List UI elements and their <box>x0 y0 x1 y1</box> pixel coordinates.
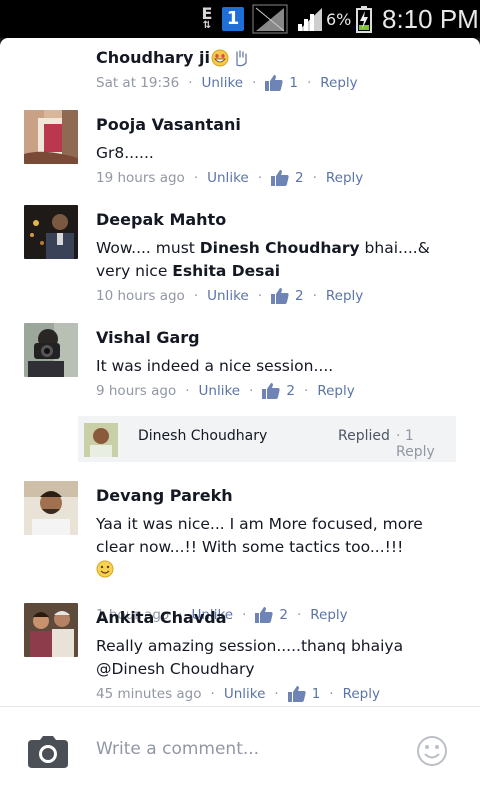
meta-separator: · <box>193 288 199 304</box>
comment-meta: 9 hours ago · Unlike · 2 · Reply <box>96 383 355 399</box>
comment-text: Gr8...... <box>96 144 154 162</box>
comment-composer: Write a comment... <box>0 707 480 800</box>
like-count[interactable]: 1 <box>312 686 321 702</box>
meta-separator: · <box>296 607 302 623</box>
meta-separator: · <box>306 75 312 91</box>
meta-separator: · <box>312 288 317 304</box>
meta-separator: · <box>193 170 199 186</box>
comment-meta: 45 minutes ago · Unlike · 1 · Reply <box>96 686 380 702</box>
comments-feed[interactable]: Choudhary ji Sat at 19:36 · Unlike · 1 ·… <box>0 38 480 706</box>
thumbs-up-icon <box>271 170 289 186</box>
signal-strength-2-icon <box>296 0 324 38</box>
meta-separator: · <box>396 428 401 444</box>
network-type-indicator: E ⇅ <box>198 0 216 38</box>
comment-author[interactable]: Devang Parekh <box>96 486 233 505</box>
comment-timestamp: 9 hours ago <box>96 383 177 399</box>
like-count[interactable]: 2 <box>295 170 304 186</box>
comment-author[interactable]: Vishal Garg <box>96 328 200 347</box>
unlike-button[interactable]: Unlike <box>202 75 244 91</box>
signal-strength-1-icon <box>252 0 288 38</box>
thumbs-up-icon <box>255 607 273 623</box>
battery-percent: 6% <box>326 9 352 29</box>
meta-separator: · <box>304 383 309 399</box>
thumbs-up-icon <box>271 288 289 304</box>
comment-meta: 10 hours ago · Unlike · 2 · Reply <box>96 288 363 304</box>
comment-text-part: Wow.... must <box>96 239 200 257</box>
reply-status: Replied <box>338 428 390 444</box>
meta-separator: · <box>210 686 215 702</box>
unlike-button[interactable]: Unlike <box>199 383 241 399</box>
reply-count[interactable]: 1 Reply <box>396 428 435 460</box>
comment-meta: 19 hours ago · Unlike · 2 · Reply <box>96 170 363 186</box>
reply-button[interactable]: Reply <box>320 75 357 91</box>
comment-timestamp: 45 minutes ago <box>96 686 202 702</box>
meta-separator: · <box>274 686 279 702</box>
comment-text: Yaa it was nice... I am More focused, mo… <box>96 513 426 582</box>
comment-meta: Sat at 19:36 · Unlike · 1 · Reply <box>96 75 358 91</box>
thumbs-up-icon <box>262 383 281 399</box>
comment-timestamp: 19 hours ago <box>96 170 185 186</box>
smiley-icon[interactable] <box>416 735 448 771</box>
like-count[interactable]: 1 <box>289 75 298 91</box>
like-count[interactable]: 2 <box>286 383 295 399</box>
meta-separator: · <box>188 75 193 91</box>
comment-timestamp: 10 hours ago <box>96 288 185 304</box>
meta-separator: · <box>257 170 263 186</box>
notification-icon: 1 <box>222 0 244 38</box>
comment-text: Really amazing session.....thanq bhaiya … <box>96 637 404 678</box>
comment-author[interactable]: Deepak Mahto <box>96 210 226 229</box>
meta-separator: · <box>249 383 254 399</box>
avatar[interactable] <box>24 323 78 377</box>
comment-timestamp: Sat at 19:36 <box>96 75 180 91</box>
comment-author[interactable]: Pooja Vasantani <box>96 115 241 134</box>
reply-button[interactable]: Reply <box>343 686 380 702</box>
reply-button[interactable]: Reply <box>310 607 347 623</box>
tagged-user-link[interactable]: Dinesh Choudhary <box>200 239 360 257</box>
comments-panel: Choudhary ji Sat at 19:36 · Unlike · 1 ·… <box>0 38 480 800</box>
camera-icon[interactable] <box>28 736 68 772</box>
comment-author[interactable]: Ankita Chavda <box>96 608 227 627</box>
comment-author-label: Choudhary ji <box>96 48 211 67</box>
thumbs-up-icon <box>265 75 283 91</box>
unlike-button[interactable]: Unlike <box>207 170 249 186</box>
meta-separator: · <box>242 607 247 623</box>
meta-separator: · <box>312 170 317 186</box>
comment-author[interactable]: Choudhary ji <box>96 48 249 67</box>
raised-hand-icon <box>233 49 249 67</box>
comment-text: It was indeed a nice session.... <box>96 357 334 375</box>
avatar[interactable] <box>24 110 78 164</box>
reply-button[interactable]: Reply <box>326 288 363 304</box>
notification-count: 1 <box>222 7 244 31</box>
meta-separator: · <box>329 686 334 702</box>
data-arrows-icon: ⇅ <box>202 20 212 31</box>
like-count[interactable]: 2 <box>295 288 304 304</box>
comment-text-body: Yaa it was nice... I am More focused, mo… <box>96 515 423 556</box>
network-type-label: E <box>201 4 213 23</box>
reply-button[interactable]: Reply <box>326 170 363 186</box>
reply-preview[interactable]: Dinesh Choudhary Replied · 1 Reply <box>78 416 456 462</box>
like-count[interactable]: 2 <box>279 607 288 623</box>
comment-text: Wow.... must Dinesh Choudhary bhai....& … <box>96 237 446 283</box>
meta-separator: · <box>252 75 257 91</box>
thumbs-up-icon <box>287 686 306 702</box>
reply-count-wrap: · 1 Reply <box>396 428 456 460</box>
status-bar: E ⇅ 1 6% 8:10 PM <box>0 0 480 38</box>
battery-charging-icon <box>356 0 372 38</box>
reply-author: Dinesh Choudhary <box>138 428 268 444</box>
grinning-emoji-icon <box>211 49 229 67</box>
unlike-button[interactable]: Unlike <box>224 686 266 702</box>
comment-input[interactable]: Write a comment... <box>96 739 396 765</box>
avatar[interactable] <box>24 603 78 657</box>
tagged-user-link[interactable]: Eshita Desai <box>172 262 280 280</box>
meta-separator: · <box>185 383 190 399</box>
avatar[interactable] <box>24 205 78 259</box>
reply-button[interactable]: Reply <box>317 383 354 399</box>
unlike-button[interactable]: Unlike <box>207 288 249 304</box>
clock: 8:10 PM <box>382 3 479 34</box>
reply-avatar <box>84 423 118 457</box>
smiley-emoji-icon <box>96 560 114 578</box>
avatar[interactable] <box>24 481 78 535</box>
meta-separator: · <box>257 288 263 304</box>
